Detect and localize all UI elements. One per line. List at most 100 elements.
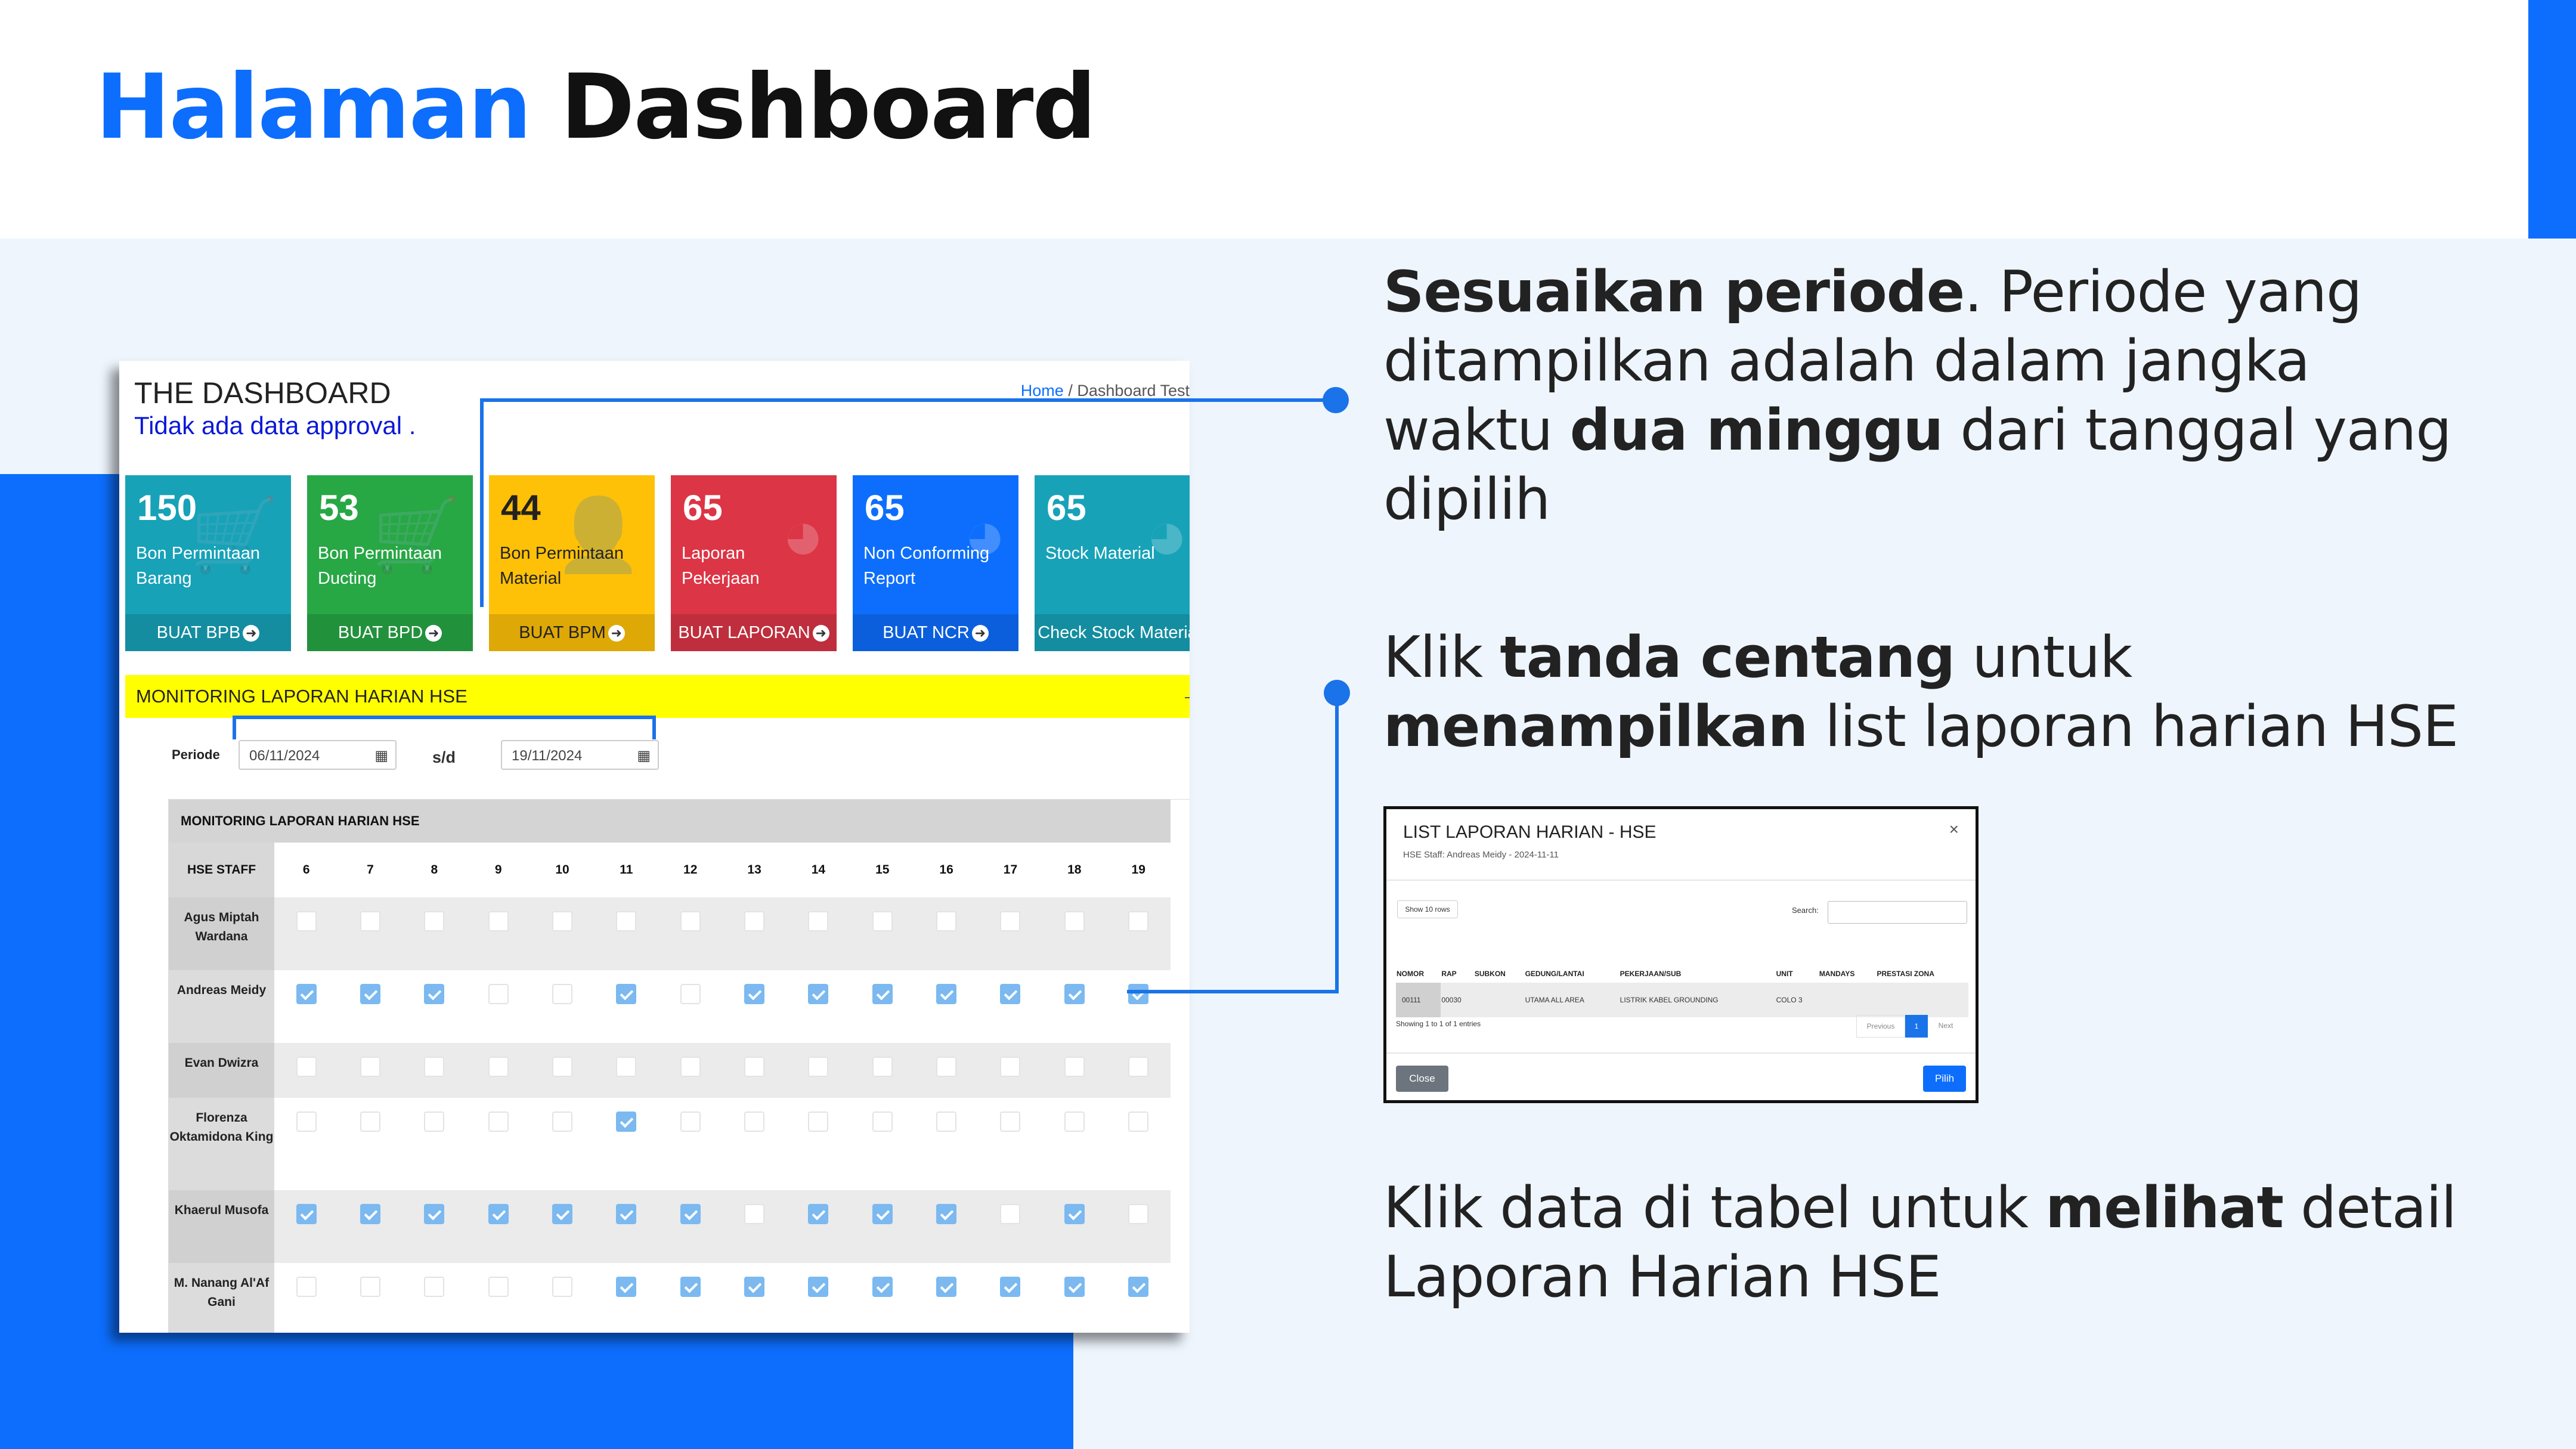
empty-checkbox[interactable] <box>1000 1204 1021 1224</box>
empty-checkbox[interactable] <box>1064 1057 1085 1077</box>
checked-checkbox[interactable] <box>744 984 765 1004</box>
search-input[interactable] <box>1828 901 1967 924</box>
empty-checkbox[interactable] <box>1064 911 1085 931</box>
empty-checkbox[interactable] <box>680 911 701 931</box>
empty-checkbox[interactable] <box>744 1204 765 1224</box>
empty-checkbox[interactable] <box>488 1277 509 1297</box>
empty-checkbox[interactable] <box>616 911 637 931</box>
empty-checkbox[interactable] <box>808 1111 829 1132</box>
checked-checkbox[interactable] <box>616 1277 637 1297</box>
cell-pekerjaan[interactable]: LISTRIK KABEL GROUNDING <box>1619 983 1776 1017</box>
column-header[interactable]: PEKERJAAN/SUB <box>1620 936 1776 983</box>
checked-checkbox[interactable] <box>424 1204 445 1224</box>
empty-checkbox[interactable] <box>1000 1111 1021 1132</box>
column-header[interactable]: NOMOR <box>1396 936 1441 983</box>
checked-checkbox[interactable] <box>1128 984 1149 1004</box>
checked-checkbox[interactable] <box>808 984 829 1004</box>
checked-checkbox[interactable] <box>1128 1277 1149 1297</box>
column-header[interactable]: GEDUNG/LANTAI <box>1525 936 1620 983</box>
checked-checkbox[interactable] <box>1000 1277 1021 1297</box>
collapse-icon[interactable]: — <box>1185 675 1190 718</box>
column-header[interactable]: SUBKON <box>1474 936 1525 983</box>
empty-checkbox[interactable] <box>936 911 957 931</box>
checked-checkbox[interactable] <box>1064 1204 1085 1224</box>
cell-rap[interactable]: 00030 <box>1441 983 1474 1017</box>
empty-checkbox[interactable] <box>296 1277 317 1297</box>
date-to-input[interactable]: 19/11/2024 ▦ <box>501 740 659 770</box>
breadcrumb-home-link[interactable]: Home <box>1021 382 1064 400</box>
empty-checkbox[interactable] <box>1128 1111 1149 1132</box>
close-button[interactable]: Close <box>1396 1066 1448 1092</box>
empty-checkbox[interactable] <box>488 984 509 1004</box>
empty-checkbox[interactable] <box>552 1277 573 1297</box>
checked-checkbox[interactable] <box>616 984 637 1004</box>
pilih-button[interactable]: Pilih <box>1923 1066 1966 1092</box>
calendar-icon[interactable]: ▦ <box>374 741 388 771</box>
empty-checkbox[interactable] <box>680 1057 701 1077</box>
empty-checkbox[interactable] <box>616 1057 637 1077</box>
checked-checkbox[interactable] <box>296 984 317 1004</box>
empty-checkbox[interactable] <box>872 1057 893 1077</box>
empty-checkbox[interactable] <box>1128 1204 1149 1224</box>
empty-checkbox[interactable] <box>744 911 765 931</box>
checked-checkbox[interactable] <box>424 984 445 1004</box>
empty-checkbox[interactable] <box>1000 1057 1021 1077</box>
column-header[interactable]: UNIT <box>1776 936 1819 983</box>
close-icon[interactable]: × <box>1949 820 1959 839</box>
checked-checkbox[interactable] <box>1000 984 1021 1004</box>
card-action-link[interactable]: BUAT BPB ➜ <box>125 614 291 651</box>
cell-nomor[interactable]: 00111 <box>1396 983 1441 1017</box>
calendar-icon[interactable]: ▦ <box>637 741 651 771</box>
empty-checkbox[interactable] <box>744 1111 765 1132</box>
cell-unit[interactable]: COLO 3 <box>1775 983 1819 1017</box>
checked-checkbox[interactable] <box>936 984 957 1004</box>
checked-checkbox[interactable] <box>936 1204 957 1224</box>
empty-checkbox[interactable] <box>1064 1111 1085 1132</box>
card-action-link[interactable]: BUAT LAPORAN ➜ <box>671 614 837 651</box>
empty-checkbox[interactable] <box>488 1111 509 1132</box>
column-header[interactable]: MANDAYS <box>1819 936 1877 983</box>
table-row[interactable]: 00111 00030 UTAMA ALL AREA LISTRIK KABEL… <box>1396 983 1968 1017</box>
checked-checkbox[interactable] <box>872 1277 893 1297</box>
column-header[interactable]: PRESTASI ZONA <box>1876 936 1968 983</box>
checked-checkbox[interactable] <box>744 1277 765 1297</box>
show-rows-button[interactable]: Show 10 rows <box>1397 900 1458 918</box>
checked-checkbox[interactable] <box>808 1277 829 1297</box>
empty-checkbox[interactable] <box>872 1111 893 1132</box>
empty-checkbox[interactable] <box>424 1277 445 1297</box>
card-action-link[interactable]: BUAT BPM ➜ <box>489 614 655 651</box>
empty-checkbox[interactable] <box>680 1111 701 1132</box>
empty-checkbox[interactable] <box>360 1111 381 1132</box>
empty-checkbox[interactable] <box>552 1111 573 1132</box>
checked-checkbox[interactable] <box>296 1204 317 1224</box>
checked-checkbox[interactable] <box>488 1204 509 1224</box>
checked-checkbox[interactable] <box>1064 984 1085 1004</box>
card-action-link[interactable]: BUAT BPD ➜ <box>307 614 473 651</box>
checked-checkbox[interactable] <box>872 984 893 1004</box>
checked-checkbox[interactable] <box>680 1277 701 1297</box>
checked-checkbox[interactable] <box>616 1204 637 1224</box>
page-1-button[interactable]: 1 <box>1905 1015 1928 1038</box>
empty-checkbox[interactable] <box>808 911 829 931</box>
empty-checkbox[interactable] <box>360 1277 381 1297</box>
checked-checkbox[interactable] <box>808 1204 829 1224</box>
empty-checkbox[interactable] <box>424 1111 445 1132</box>
empty-checkbox[interactable] <box>360 911 381 931</box>
empty-checkbox[interactable] <box>424 911 445 931</box>
empty-checkbox[interactable] <box>424 1057 445 1077</box>
date-from-input[interactable]: 06/11/2024 ▦ <box>239 740 397 770</box>
empty-checkbox[interactable] <box>680 984 701 1004</box>
empty-checkbox[interactable] <box>936 1057 957 1077</box>
checked-checkbox[interactable] <box>936 1277 957 1297</box>
empty-checkbox[interactable] <box>488 911 509 931</box>
empty-checkbox[interactable] <box>552 911 573 931</box>
checked-checkbox[interactable] <box>360 984 381 1004</box>
empty-checkbox[interactable] <box>488 1057 509 1077</box>
checked-checkbox[interactable] <box>680 1204 701 1224</box>
empty-checkbox[interactable] <box>296 1057 317 1077</box>
empty-checkbox[interactable] <box>808 1057 829 1077</box>
checked-checkbox[interactable] <box>616 1111 637 1132</box>
cell-gedung[interactable]: UTAMA ALL AREA <box>1524 983 1620 1017</box>
column-header[interactable]: RAP <box>1441 936 1474 983</box>
previous-page-button[interactable]: Previous <box>1856 1015 1905 1038</box>
